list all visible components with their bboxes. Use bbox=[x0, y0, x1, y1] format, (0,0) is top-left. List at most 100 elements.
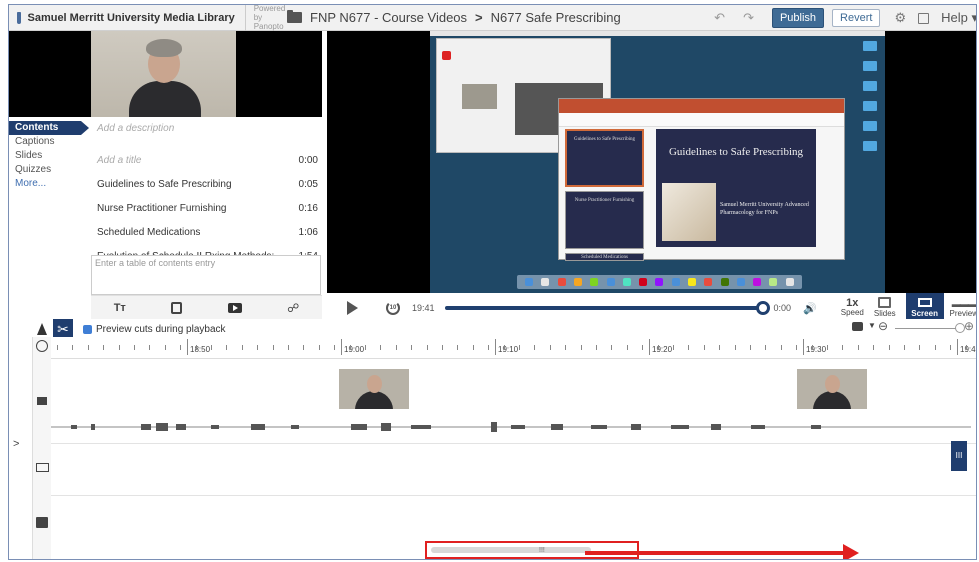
tab-quizzes[interactable]: Quizzes bbox=[9, 163, 91, 177]
slide-subtitle: Samuel Merritt University Advanced Pharm… bbox=[720, 202, 809, 216]
clip-thumbnail bbox=[339, 369, 409, 409]
toc-title: Scheduled Medications bbox=[97, 227, 201, 238]
link-icon[interactable]: ☍ bbox=[287, 301, 299, 315]
dock-icon bbox=[655, 278, 664, 286]
slides-track-icon bbox=[36, 517, 48, 528]
publish-button[interactable]: Publish bbox=[771, 8, 825, 28]
ruler-minor-tick bbox=[550, 345, 551, 350]
gear-icon[interactable]: ⚙ bbox=[894, 10, 906, 26]
ruler-minor-tick bbox=[242, 345, 243, 350]
zoom-out-icon[interactable]: ⊖ bbox=[878, 319, 888, 333]
scissors-tool-button[interactable]: ✂ bbox=[53, 319, 73, 339]
list-item[interactable]: Scheduled Medications 1:06 bbox=[91, 221, 322, 245]
ruler-minor-tick bbox=[57, 345, 58, 350]
camera-icon[interactable] bbox=[852, 322, 863, 331]
ruler-minor-tick bbox=[658, 345, 659, 350]
ruler-minor-tick bbox=[427, 345, 428, 350]
recorder-camera-preview bbox=[462, 84, 497, 109]
redo-icon[interactable]: ↷ bbox=[743, 10, 754, 26]
presenter-body bbox=[129, 81, 201, 117]
tab-more[interactable]: More... bbox=[9, 177, 91, 191]
volume-icon[interactable]: 🔊 bbox=[803, 302, 817, 315]
ruler-minor-tick bbox=[873, 345, 874, 350]
ruler-minor-tick bbox=[735, 345, 736, 350]
chevron-down-icon[interactable]: ▼ bbox=[868, 321, 876, 330]
zoom-in-icon[interactable]: ⊕ bbox=[964, 319, 974, 333]
tab-contents[interactable]: Contents bbox=[9, 121, 89, 135]
ruler-minor-tick bbox=[858, 345, 859, 350]
exit-icon[interactable] bbox=[918, 12, 930, 24]
revert-button[interactable]: Revert bbox=[832, 9, 881, 27]
ruler-minor-tick bbox=[688, 345, 689, 350]
clip-thumbnail bbox=[797, 369, 867, 409]
timeline-end-handle[interactable]: III bbox=[951, 441, 967, 471]
ppt-toolbar bbox=[559, 113, 844, 127]
preview-toggle[interactable]: ▬▬▬ Preview bbox=[949, 299, 977, 318]
ruler-minor-tick bbox=[796, 345, 797, 350]
seek-handle[interactable] bbox=[755, 301, 770, 315]
ruler-minor-tick bbox=[596, 345, 597, 350]
toc-time: 0:05 bbox=[298, 179, 318, 190]
speed-value: 1x bbox=[846, 297, 859, 309]
breadcrumb: FNP N677 - Course Videos > N677 Safe Pre… bbox=[287, 10, 621, 25]
breadcrumb-folder[interactable]: FNP N677 - Course Videos bbox=[310, 10, 467, 25]
seek-bar[interactable] bbox=[444, 301, 770, 315]
ruler-minor-tick bbox=[88, 345, 89, 350]
toc-title: Nurse Practitioner Furnishing bbox=[97, 203, 227, 214]
ruler-minor-tick bbox=[365, 345, 366, 350]
pointer-tool-icon[interactable] bbox=[37, 323, 47, 335]
preview-label: Preview bbox=[949, 308, 977, 318]
list-item[interactable]: Guidelines to Safe Prescribing 0:05 bbox=[91, 173, 322, 197]
current-time: 19:41 bbox=[411, 303, 435, 313]
text-format-icon[interactable]: Tт bbox=[114, 302, 126, 314]
ppt-thumbnails: Guidelines to Safe Prescribing Nurse Pra… bbox=[565, 129, 644, 265]
ruler-minor-tick bbox=[196, 345, 197, 350]
ppt-main-slide: Guidelines to Safe Prescribing Samuel Me… bbox=[656, 129, 816, 247]
play-icon[interactable] bbox=[347, 301, 358, 315]
tab-slides[interactable]: Slides bbox=[9, 149, 91, 163]
preview-cuts-checkbox[interactable] bbox=[83, 324, 92, 334]
ruler-label: 19:40 bbox=[960, 345, 976, 354]
scrollbar-thumb[interactable]: !!! bbox=[431, 547, 591, 554]
secondary-video[interactable] bbox=[9, 31, 322, 117]
speed-control[interactable]: 1x Speed bbox=[841, 297, 864, 318]
ruler-minor-tick bbox=[827, 345, 828, 350]
timeline[interactable]: > 18:50 19:00 19:10 19:20 19:30 19:40 bbox=[9, 337, 976, 559]
screen-track-icon bbox=[36, 463, 49, 472]
ruler-minor-tick bbox=[935, 345, 936, 350]
screen-capture-viewer[interactable]: Guidelines to Safe Prescribing Nurse Pra… bbox=[327, 31, 976, 293]
undo-icon[interactable]: ↶ bbox=[714, 10, 725, 26]
screen-label: Screen bbox=[911, 309, 938, 318]
ruler-major-tick bbox=[803, 339, 804, 355]
desktop-icon bbox=[863, 101, 877, 111]
track-divider bbox=[51, 443, 976, 444]
help-menu[interactable]: Help ▾ bbox=[941, 10, 976, 26]
slides-toggle[interactable]: Slides bbox=[874, 297, 896, 319]
tab-captions[interactable]: Captions bbox=[9, 135, 91, 149]
slide-thumbnail: Nurse Practitioner Furnishing bbox=[565, 191, 644, 249]
video-icon[interactable] bbox=[227, 302, 242, 313]
annotation-arrow-head bbox=[843, 544, 859, 559]
ruler-minor-tick bbox=[642, 345, 643, 350]
ruler-minor-tick bbox=[211, 345, 212, 350]
breadcrumb-separator: > bbox=[475, 10, 483, 25]
ruler-minor-tick bbox=[226, 345, 227, 350]
ruler-minor-tick bbox=[319, 345, 320, 350]
toc-entry-input[interactable]: Enter a table of contents entry bbox=[91, 255, 321, 295]
dock-icon bbox=[557, 278, 566, 286]
list-item[interactable]: Nurse Practitioner Furnishing 0:16 bbox=[91, 197, 322, 221]
rewind-10-icon[interactable]: 10 bbox=[386, 301, 400, 315]
zoom-slider[interactable] bbox=[895, 328, 957, 329]
dock-icon bbox=[639, 278, 648, 286]
ruler-major-tick bbox=[957, 339, 958, 355]
clipboard-icon[interactable] bbox=[171, 301, 183, 314]
ruler-minor-tick bbox=[257, 345, 258, 350]
timeline-scrollbar[interactable]: !!! bbox=[425, 541, 639, 559]
time-ruler[interactable]: 18:50 19:00 19:10 19:20 19:30 19:40 bbox=[51, 337, 976, 359]
list-item[interactable]: Add a title 0:00 bbox=[91, 149, 322, 173]
clock-icon bbox=[36, 340, 48, 352]
desktop-icon bbox=[863, 41, 877, 51]
ruler-minor-tick bbox=[966, 345, 967, 350]
description-placeholder[interactable]: Add a description bbox=[91, 121, 322, 149]
expand-arrow-icon[interactable]: > bbox=[13, 438, 19, 450]
